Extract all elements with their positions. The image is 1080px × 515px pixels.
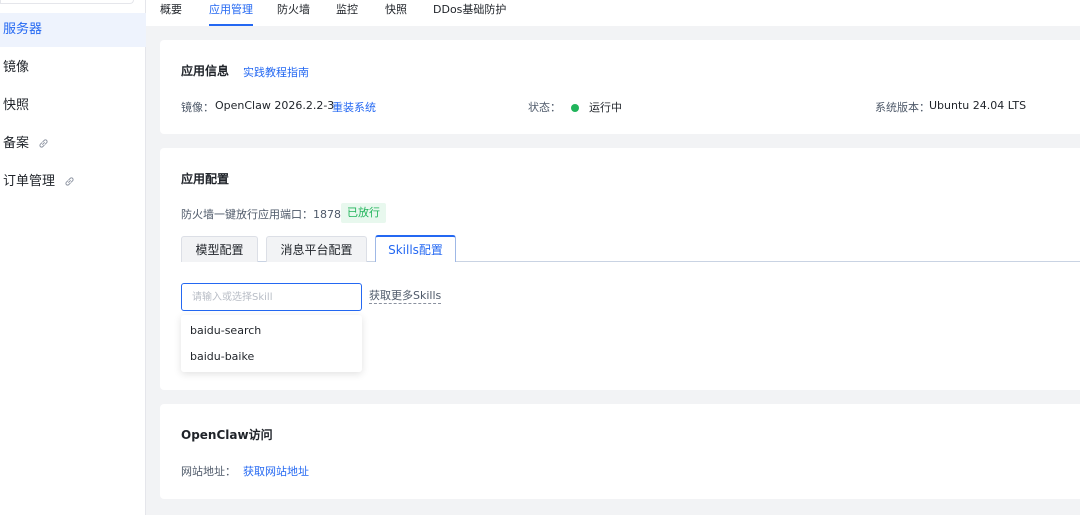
image-label: 镜像： <box>181 101 214 114</box>
tab-ddos-protection[interactable]: DDos基础防护 <box>433 0 506 26</box>
skill-option-baidu-search[interactable]: baidu-search <box>190 324 261 337</box>
tab-label: 消息平台配置 <box>280 243 353 257</box>
sidebar-item-server[interactable]: 服务器 <box>0 13 146 47</box>
tab-firewall[interactable]: 防火墙 <box>277 0 310 26</box>
tab-label: Skills配置 <box>388 243 443 257</box>
get-more-skills-link[interactable]: 获取更多Skills <box>369 289 442 304</box>
status-label: 状态： <box>528 101 561 114</box>
link-icon <box>64 176 75 187</box>
sidebar-item-filing[interactable]: 备案 <box>0 127 146 161</box>
tab-model-config[interactable]: 模型配置 <box>181 236 258 262</box>
skill-option-baidu-baike[interactable]: baidu-baike <box>190 350 254 363</box>
sidebar: 服务器 镜像 快照 备案 订单管理 <box>0 0 146 515</box>
top-tabs: 概要 应用管理 防火墙 监控 快照 DDos基础防护 <box>146 0 1080 26</box>
sidebar-item-orders[interactable]: 订单管理 <box>0 165 146 199</box>
status-running-dot <box>571 100 579 114</box>
sidebar-item-label: 订单管理 <box>3 174 56 189</box>
sidebar-item-image[interactable]: 镜像 <box>0 51 146 85</box>
image-value: OpenClaw 2026.2.2-3 <box>215 99 335 112</box>
app-info-card <box>160 40 1080 134</box>
site-address-label: 网站地址： <box>181 465 236 478</box>
firewall-allowed-badge: 已放行 <box>341 203 386 223</box>
os-version-label: 系统版本： <box>875 101 930 114</box>
tab-message-platform-config[interactable]: 消息平台配置 <box>266 236 367 262</box>
tab-snapshot[interactable]: 快照 <box>385 0 407 26</box>
practice-guide-link[interactable]: 实践教程指南 <box>243 64 309 80</box>
openclaw-access-title: OpenClaw访问 <box>181 428 273 442</box>
sidebar-item-label: 镜像 <box>3 60 30 75</box>
sidebar-item-label: 快照 <box>3 98 30 113</box>
sidebar-item-label: 备案 <box>3 136 30 151</box>
sidebar-item-label: 服务器 <box>3 22 43 37</box>
skill-search-input[interactable] <box>181 283 362 311</box>
firewall-port-text: 防火墙一键放行应用端口：18789 <box>181 208 348 221</box>
openclaw-access-card <box>160 404 1080 499</box>
tab-app-management[interactable]: 应用管理 <box>209 0 253 26</box>
skill-dropdown: baidu-search baidu-baike <box>181 315 362 372</box>
sidebar-search-box-edge <box>0 0 134 4</box>
app-config-title: 应用配置 <box>181 172 230 186</box>
tab-monitoring[interactable]: 监控 <box>336 0 358 26</box>
app-info-title: 应用信息 <box>181 64 230 78</box>
link-icon <box>38 138 49 149</box>
os-version-value: Ubuntu 24.04 LTS <box>929 99 1027 112</box>
get-site-address-link[interactable]: 获取网站地址 <box>243 463 309 479</box>
reinstall-system-link[interactable]: 重装系统 <box>332 99 376 115</box>
tab-overview[interactable]: 概要 <box>160 0 182 26</box>
tab-skills-config[interactable]: Skills配置 <box>375 235 456 262</box>
tab-label: 模型配置 <box>195 243 244 257</box>
status-value: 运行中 <box>589 101 622 114</box>
sidebar-item-snapshot[interactable]: 快照 <box>0 89 146 123</box>
